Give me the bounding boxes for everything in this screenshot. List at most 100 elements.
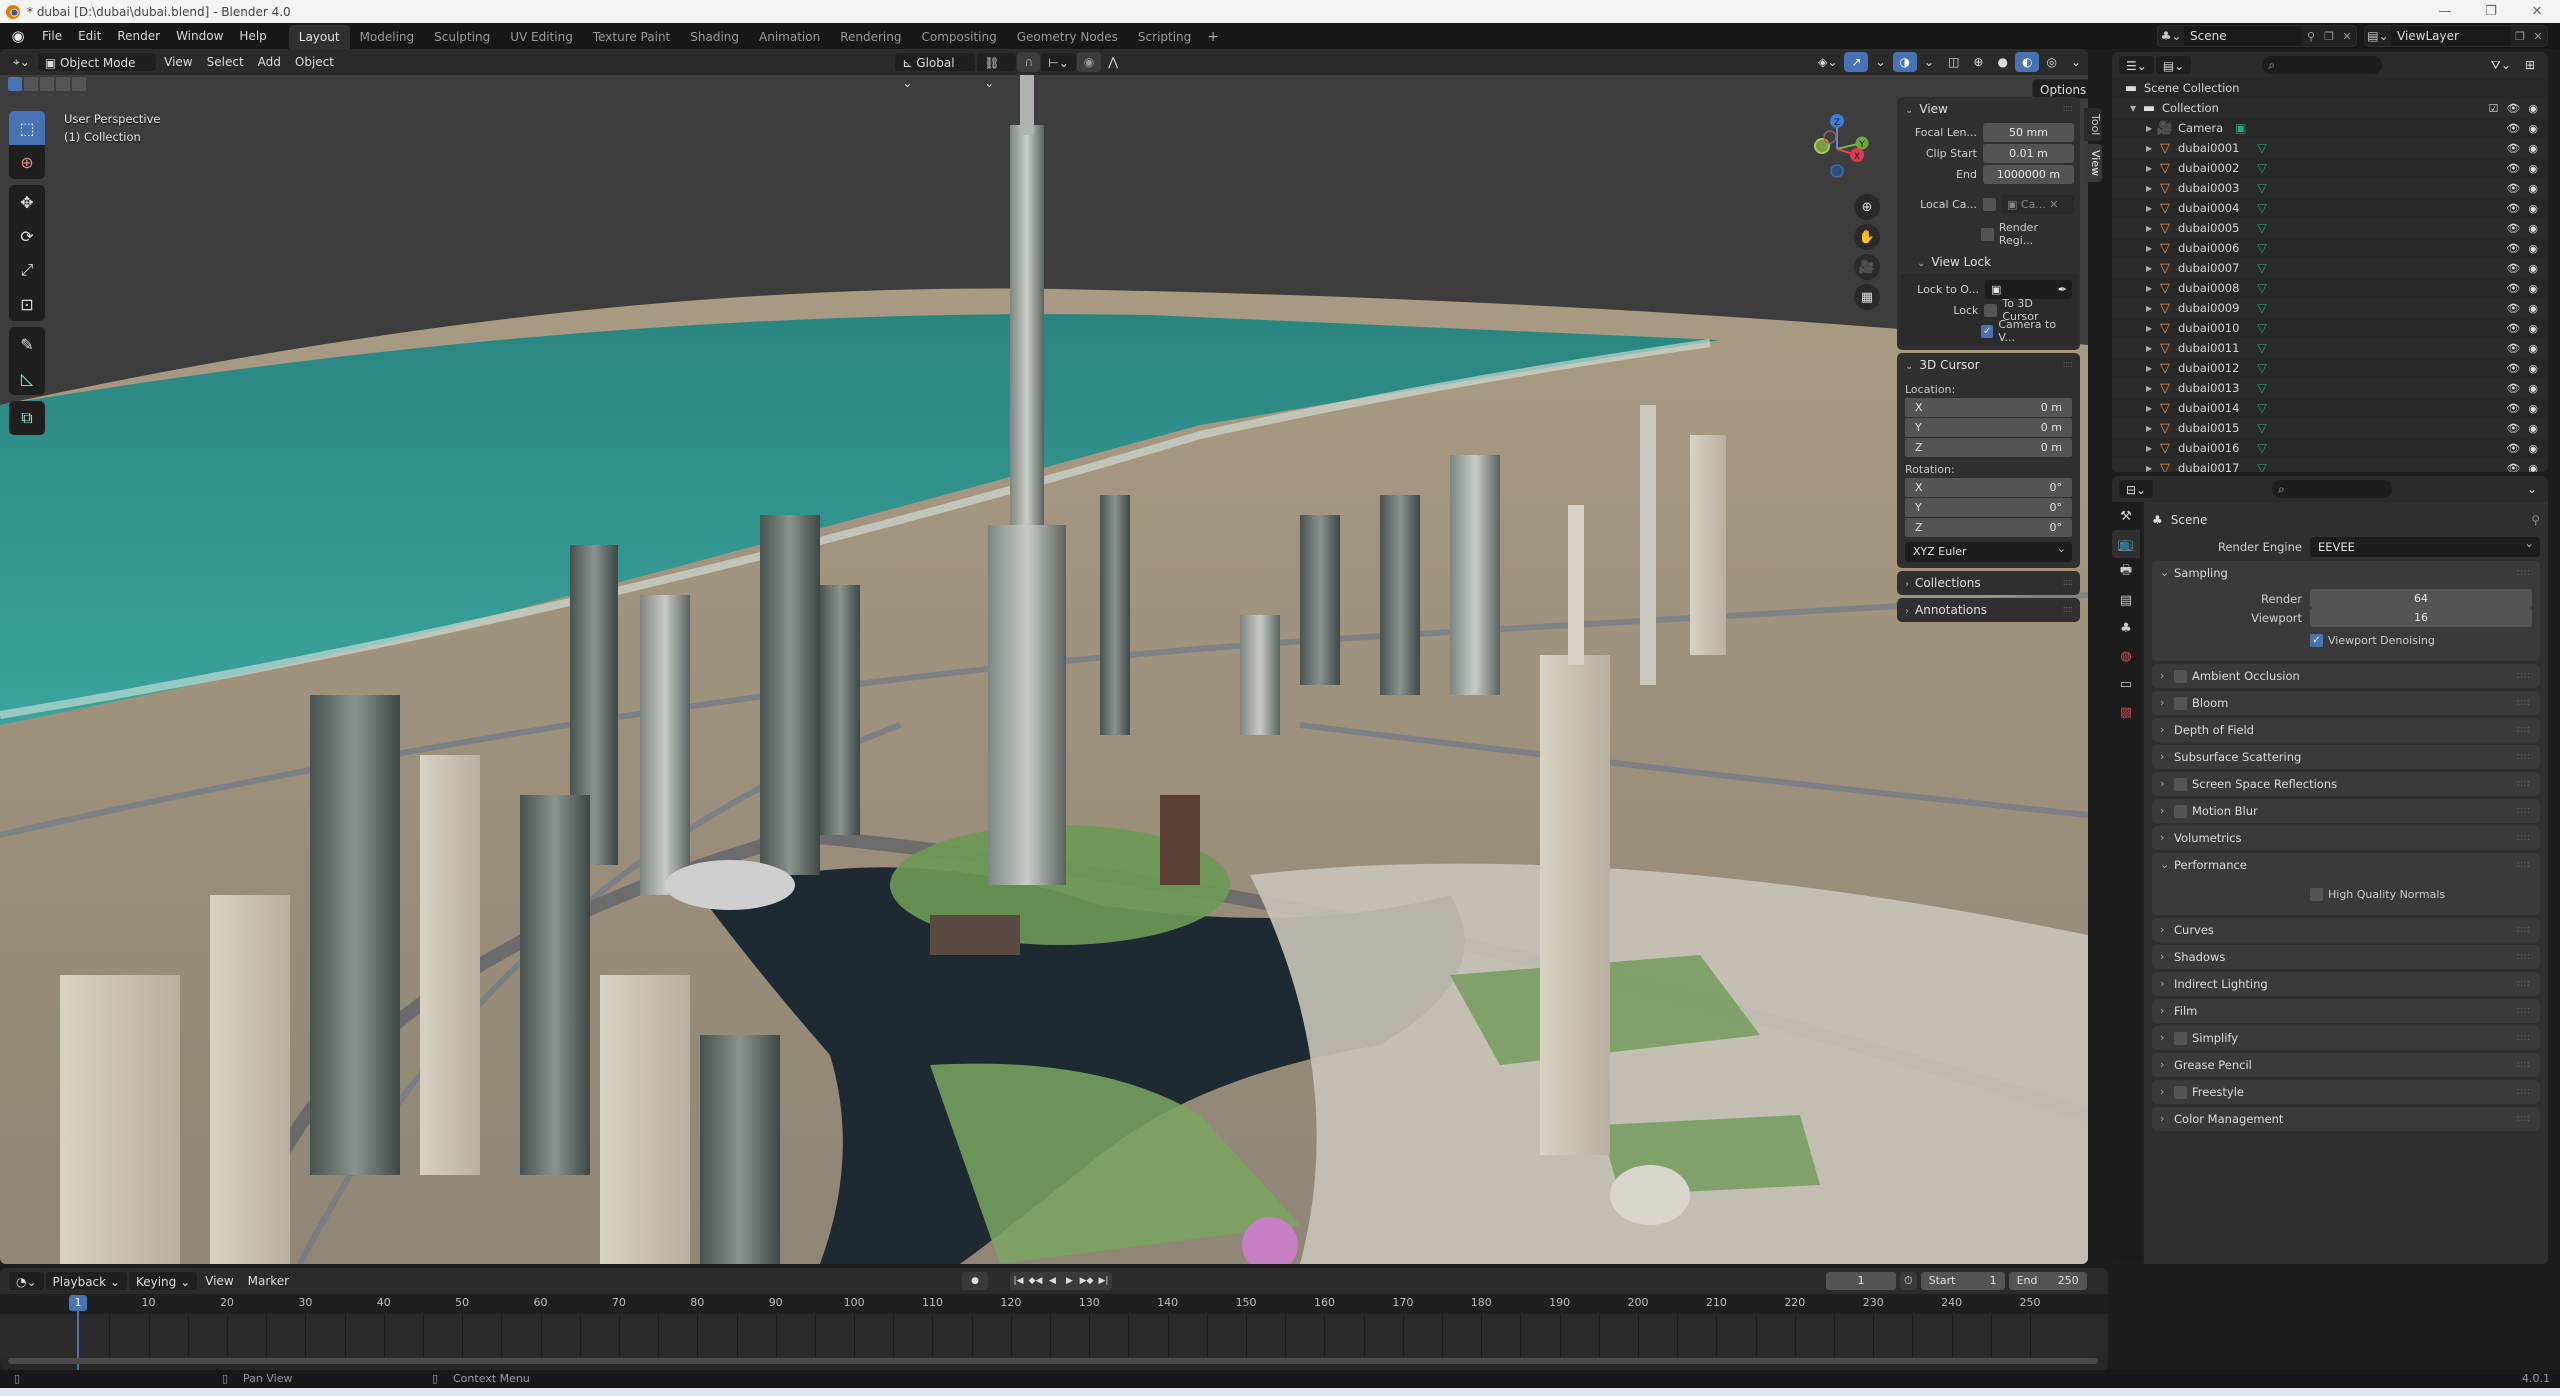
panel-enable-checkbox[interactable] [2174,1085,2187,1099]
drag-handle-icon[interactable]: :::: [2517,1026,2530,1050]
tab-texture-paint[interactable]: Texture Paint [583,25,680,49]
eye-icon[interactable]: 👁 [2506,422,2520,435]
eye-icon[interactable]: 👁 [2506,302,2520,315]
cursor-location-x[interactable]: X 0 m [1905,398,2072,417]
timeline-editor-type[interactable]: ◔⌄ [8,1271,45,1291]
annotations-header[interactable]: › Annotations:::: [1897,598,2080,622]
render-camera-icon[interactable]: ◉ [2528,182,2538,195]
annotate-tool[interactable]: ✎ [9,327,45,361]
pivot-dropdown[interactable]: ⛓⌄ [976,52,1018,90]
playback-menu[interactable]: Playback ⌄ [44,1271,128,1291]
hq-normals-checkbox[interactable] [2310,887,2323,901]
expand-triangle-icon[interactable]: ▶ [2146,304,2156,313]
viewport-denoising-checkbox[interactable]: ✓ [2310,633,2323,647]
drag-handle-icon[interactable]: :::: [2063,353,2074,377]
properties-options-dropdown[interactable]: ⌄ [2520,479,2544,499]
local-camera-field[interactable]: ▣ Ca... ✕ [2001,194,2074,214]
gizmo-dropdown[interactable]: ⌄ [1868,52,1892,72]
collections-header[interactable]: › Collections:::: [1897,571,2080,595]
panel-header[interactable]: › Depth of Field:::: [2152,718,2540,742]
timeline-ruler[interactable]: 10 20 30 40 50 60 70 80 90 100 110 120 130 140 150 160 1… [0,1294,2108,1314]
cursor-location-z[interactable]: Z 0 m [1905,438,2072,457]
outliner-editor-type[interactable]: ☰⌄ [2118,55,2155,75]
select-intersect-mode[interactable] [72,77,86,91]
render-camera-icon[interactable]: ◉ [2528,362,2538,375]
playhead-frame-badge[interactable]: 1 [69,1295,87,1311]
eye-icon[interactable]: 👁 [2506,122,2520,135]
expand-triangle-icon[interactable]: ▶ [2146,424,2156,433]
render-camera-icon[interactable]: ◉ [2528,202,2538,215]
expand-triangle-icon[interactable]: ▼ [2130,104,2140,113]
timeline-view-menu[interactable]: View [198,1271,240,1291]
timeline-scrollbar[interactable] [8,1358,2098,1364]
render-engine-dropdown[interactable]: EEVEE [2310,533,2540,557]
cursor-rotation-z[interactable]: Z 0° [1905,518,2072,537]
menu-select[interactable]: Select [200,52,251,72]
render-samples-field[interactable]: 64 [2310,589,2532,608]
end-frame-field[interactable]: End 250 [2008,1272,2087,1290]
scene-selector[interactable]: ♣⌄ Scene ⚲ ❐ ✕ [2157,25,2357,47]
filter-dropdown[interactable]: ⛛⌄ [2484,55,2518,75]
tab-shading[interactable]: Shading [680,25,749,49]
tab-view-layer[interactable]: ▤ [2112,586,2140,614]
shading-material[interactable]: ◐ [2014,52,2040,72]
render-region-checkbox[interactable] [1981,227,1994,241]
panel-header[interactable]: › Screen Space Reflections:::: [2152,772,2540,796]
eye-icon[interactable]: 👁 [2506,342,2520,355]
tab-animation[interactable]: Animation [749,25,830,49]
eye-icon[interactable]: 👁 [2506,382,2520,395]
panel-header[interactable]: › Curves:::: [2152,918,2540,942]
outliner-item-camera[interactable]: ▶ 🎥 Camera ▣ 👁 ◉ [2112,118,2548,138]
eye-icon[interactable]: 👁 [2506,462,2520,473]
eye-icon[interactable]: 👁 [2506,362,2520,375]
menu-object[interactable]: Object [288,52,341,72]
outliner-item-dubai0005[interactable]: ▶ ▽ dubai0005 ▽ 👁 ◉ [2112,218,2548,238]
drag-handle-icon[interactable]: :::: [2517,772,2530,796]
panel-header[interactable]: › Ambient Occlusion:::: [2152,664,2540,688]
keying-menu[interactable]: Keying ⌄ [127,1271,199,1291]
expand-triangle-icon[interactable]: ▶ [2146,384,2156,393]
view-panel-header[interactable]: ⌄ View:::: [1897,97,2080,121]
new-collection-button[interactable]: ⊞ [2518,55,2542,75]
mesh-data-icon[interactable]: ▽ [2257,301,2266,315]
tab-scene[interactable]: ♣ [2112,614,2140,642]
render-camera-icon[interactable]: ◉ [2528,282,2538,295]
outliner-item-dubai0009[interactable]: ▶ ▽ dubai0009 ▽ 👁 ◉ [2112,298,2548,318]
eye-icon[interactable]: 👁 [2506,102,2520,115]
drag-handle-icon[interactable]: :::: [2517,972,2530,996]
panel-header[interactable]: › Shadows:::: [2152,945,2540,969]
jump-end-button[interactable]: ▶| [1095,1272,1112,1290]
camera-view-button[interactable]: 🎥 [1854,254,1880,280]
render-camera-icon[interactable]: ◉ [2528,322,2538,335]
add-workspace-button[interactable]: + [1201,25,1225,49]
tab-modeling[interactable]: Modeling [350,25,425,49]
expand-triangle-icon[interactable]: ▶ [2146,344,2156,353]
menu-add[interactable]: Add [251,52,288,72]
visibility-dropdown[interactable]: ◈⌄ [1811,52,1844,72]
duplicate-scene-icon[interactable]: ❐ [2320,30,2338,43]
expand-triangle-icon[interactable]: ▶ [2146,224,2156,233]
drag-handle-icon[interactable]: :::: [2517,1053,2530,1077]
start-frame-field[interactable]: Start 1 [1920,1272,2005,1290]
timeline-tracks[interactable] [0,1314,2108,1358]
expand-triangle-icon[interactable]: ▶ [2146,204,2156,213]
expand-triangle-icon[interactable]: ▶ [2146,144,2156,153]
drag-handle-icon[interactable]: :::: [2517,826,2530,850]
drag-handle-icon[interactable]: :::: [2517,918,2530,942]
render-camera-icon[interactable]: ◉ [2528,162,2538,175]
eye-icon[interactable]: 👁 [2506,442,2520,455]
outliner-item-dubai0016[interactable]: ▶ ▽ dubai0016 ▽ 👁 ◉ [2112,438,2548,458]
select-extend-mode[interactable] [24,77,38,91]
ortho-toggle-button[interactable]: ▦ [1854,284,1880,310]
outliner-item-dubai0007[interactable]: ▶ ▽ dubai0007 ▽ 👁 ◉ [2112,258,2548,278]
render-camera-icon[interactable]: ◉ [2528,142,2538,155]
shading-dropdown[interactable]: ⌄ [2064,52,2088,72]
render-camera-icon[interactable]: ◉ [2528,122,2538,135]
expand-triangle-icon[interactable]: ▶ [2146,124,2156,133]
mesh-data-icon[interactable]: ▽ [2257,281,2266,295]
outliner-item-dubai0004[interactable]: ▶ ▽ dubai0004 ▽ 👁 ◉ [2112,198,2548,218]
clip-start-field[interactable]: 0.01 m [1983,143,2074,163]
tab-world[interactable]: ◍ [2112,642,2140,670]
expand-triangle-icon[interactable]: ▶ [2146,464,2156,473]
auto-keying-toggle[interactable]: ● [962,1272,988,1290]
